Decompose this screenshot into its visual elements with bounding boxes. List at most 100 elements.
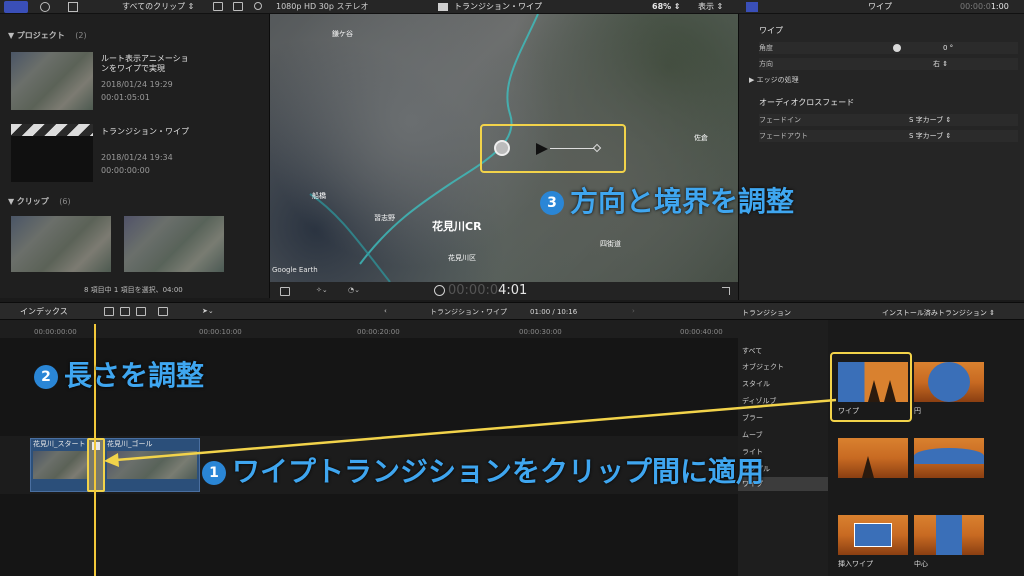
- step3-text: 方向と境界を調整: [570, 185, 795, 218]
- filmstrip-icon[interactable]: [233, 2, 243, 11]
- project-thumbnail[interactable]: [11, 52, 93, 110]
- transition-thumbnail[interactable]: [838, 438, 908, 478]
- forward-chevron-icon[interactable]: ›: [632, 307, 635, 316]
- clip-filter-dropdown[interactable]: すべてのクリップ ⇕: [122, 2, 194, 12]
- edge-treatment-row[interactable]: ▶ エッジの処理: [749, 76, 799, 85]
- installed-transitions-dropdown[interactable]: インストール済みトランジション ⇕: [882, 309, 995, 318]
- angle-label: 角度: [759, 44, 773, 52]
- clip-thumbnail[interactable]: [124, 216, 224, 272]
- clip-label: 花見川_ゴール: [107, 440, 153, 448]
- photos-icon[interactable]: [40, 2, 50, 12]
- transition-thumbnail[interactable]: [914, 438, 984, 478]
- clip-filmstrip: [107, 451, 197, 479]
- circle-transition-thumbnail[interactable]: [914, 362, 984, 402]
- category-movements[interactable]: ムーブ: [742, 430, 763, 440]
- list-view-icon[interactable]: [213, 2, 223, 11]
- ruler-tick: 00:00:30:00: [519, 328, 562, 336]
- disclosure-triangle-icon[interactable]: ▶: [749, 76, 757, 84]
- step2-text: 長さを調整: [64, 359, 205, 392]
- view-dropdown[interactable]: 表示 ⇕: [698, 2, 723, 12]
- step2-annotation: 2 長さを調整: [34, 360, 204, 392]
- titles-icon[interactable]: [68, 2, 78, 12]
- clip-label: 花見川_スタート: [33, 440, 86, 448]
- disclosure-triangle-icon[interactable]: ▼: [8, 197, 17, 206]
- fade-in-dropdown[interactable]: S 字カーブ ⇕: [909, 114, 951, 126]
- format-label: 1080p HD 30p ステレオ: [276, 2, 369, 11]
- fade-in-row: フェードイン S 字カーブ ⇕: [759, 114, 1018, 126]
- map-label: 習志野: [374, 214, 395, 222]
- ruler-tick: 00:00:00:00: [34, 328, 77, 336]
- append-clip-icon[interactable]: [136, 307, 146, 316]
- inset-wipe-thumbnail[interactable]: [838, 515, 908, 555]
- map-attribution: Google Earth: [272, 266, 318, 274]
- project-date: 2018/01/24 19:29: [101, 80, 173, 89]
- tree-shape: [862, 456, 874, 478]
- index-button[interactable]: インデックス: [20, 307, 68, 317]
- overwrite-clip-icon[interactable]: [158, 307, 168, 316]
- category-blurs[interactable]: ブラー: [742, 413, 763, 423]
- project-thumbnail[interactable]: [11, 124, 93, 182]
- transition-icon[interactable]: [746, 2, 758, 12]
- connect-clip-icon[interactable]: [104, 307, 114, 316]
- inspector-toolbar: ワイプ 00:00:01:00: [738, 0, 1024, 14]
- map-label: 花見川CR: [432, 220, 482, 233]
- ruler-tick: 00:00:40:00: [680, 328, 723, 336]
- inspector-panel: ワイプ 角度 0 ° 方向 右 ⇕ ▶ エッジの処理 オーディオクロスフェード …: [738, 14, 1024, 300]
- map-label: 四街道: [600, 240, 621, 248]
- viewer-timecode: 00:00:04:01: [448, 283, 527, 298]
- angle-dial-icon[interactable]: [893, 44, 901, 52]
- timeline-ruler[interactable]: 00:00:00:00 00:00:10:00 00:00:20:00 00:0…: [0, 320, 738, 338]
- library-icon[interactable]: [4, 1, 28, 13]
- viewer-title: トランジション・ワイプ: [454, 2, 542, 11]
- category-stylized[interactable]: スタイル: [742, 379, 770, 389]
- project-title[interactable]: トランジション・ワイプ: [101, 127, 191, 137]
- fade-in-label: フェードイン: [759, 116, 801, 124]
- fullscreen-icon[interactable]: [722, 287, 730, 295]
- inset-box: [854, 523, 892, 547]
- projects-count: (2): [75, 31, 87, 40]
- step3-annotation: 3 方向と境界を調整: [540, 186, 794, 218]
- transform-icon[interactable]: [280, 287, 290, 296]
- enhance-icon[interactable]: ✧⌄: [316, 286, 328, 295]
- final-cut-window: すべてのクリップ ⇕ 1080p HD 30p ステレオ トランジション・ワイプ…: [0, 0, 1024, 576]
- fade-out-dropdown[interactable]: S 字カーブ ⇕: [909, 130, 951, 142]
- projects-header-label: プロジェクト: [16, 31, 65, 40]
- search-icon[interactable]: [254, 2, 262, 10]
- audio-crossfade-title: オーディオクロスフェード: [759, 98, 855, 107]
- insert-clip-icon[interactable]: [120, 307, 130, 316]
- step1-annotation: 1 ワイプトランジションをクリップ間に適用: [202, 456, 764, 488]
- speed-icon[interactable]: ◔⌄: [348, 286, 360, 295]
- timeline-position: 01:00 / 10:16: [530, 308, 578, 316]
- select-tool-icon[interactable]: ➤⌄: [202, 307, 214, 316]
- angle-value[interactable]: 0 °: [943, 42, 953, 54]
- project-date: 2018/01/24 19:34: [101, 153, 173, 162]
- ruler-tick: 00:00:10:00: [199, 328, 242, 336]
- clips-count: (6): [59, 197, 71, 206]
- direction-row: 方向 右 ⇕: [759, 58, 1018, 70]
- wipe-transition-clip[interactable]: [87, 438, 105, 492]
- back-chevron-icon[interactable]: ‹: [384, 307, 387, 316]
- zoom-dropdown[interactable]: 68% ⇕: [652, 2, 681, 12]
- category-dissolves[interactable]: ディゾルブ: [742, 396, 777, 406]
- play-button[interactable]: [434, 285, 445, 296]
- center-wipe-thumbnail[interactable]: [914, 515, 984, 555]
- browser-panel: ▼ プロジェクト (2) ルート表示アニメーションをワイプで実現 2018/01…: [0, 14, 270, 298]
- projects-section-header[interactable]: ▼ プロジェクト (2): [8, 30, 87, 41]
- clips-section-header[interactable]: ▼ クリップ (6): [8, 196, 71, 207]
- disclosure-triangle-icon[interactable]: ▼: [8, 31, 17, 40]
- clip-thumbnail[interactable]: [11, 216, 111, 272]
- clips-header-label: クリップ: [16, 197, 49, 206]
- video-clip[interactable]: 花見川_ゴール: [96, 438, 200, 492]
- category-objects[interactable]: オブジェクト: [742, 362, 784, 372]
- map-label: 鎌ケ谷: [332, 30, 353, 38]
- project-title[interactable]: ルート表示アニメーションをワイプで実現: [101, 54, 191, 74]
- map-label: 花見川区: [448, 254, 476, 262]
- category-all[interactable]: すべて: [742, 346, 762, 356]
- edge-treatment-label: エッジの処理: [756, 76, 799, 84]
- transition-label: 挿入ワイプ: [838, 560, 873, 568]
- map-label: 佐倉: [694, 134, 708, 142]
- coast-path: [309, 193, 391, 282]
- step2-badge: 2: [34, 365, 58, 389]
- direction-dropdown[interactable]: 右 ⇕: [933, 58, 948, 70]
- clip-filmstrip: [33, 451, 93, 479]
